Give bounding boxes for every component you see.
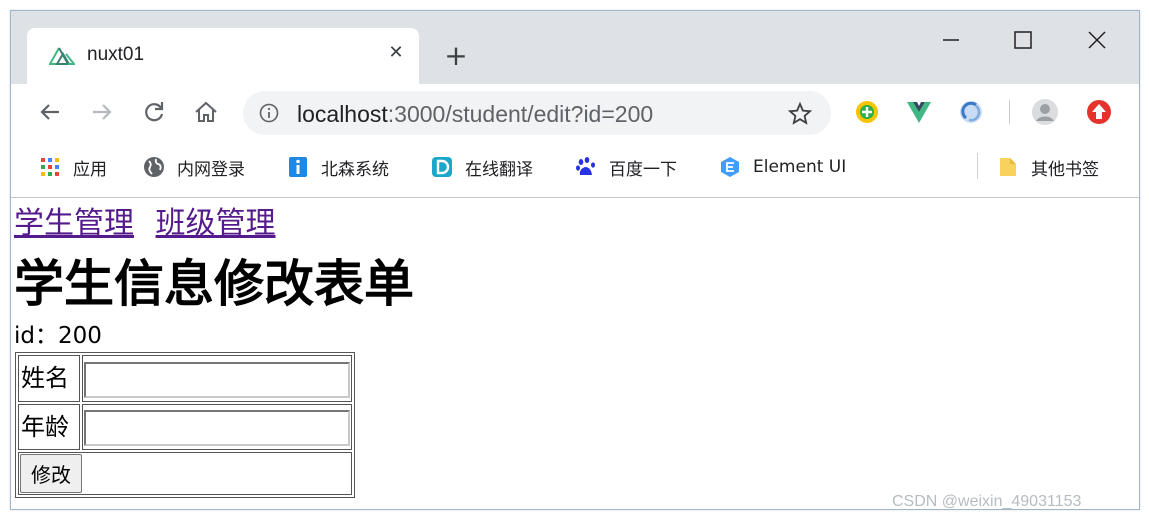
window-close-icon[interactable] [1077,25,1117,55]
bookmark-star-icon[interactable] [787,101,813,127]
form-row-age: 年龄 [18,403,352,450]
reload-icon[interactable] [139,97,169,127]
url-path: :3000/student/edit?id=200 [387,101,654,127]
extension-swirl-icon[interactable] [957,98,985,126]
modify-button[interactable]: 修改 [20,454,82,493]
tab-strip: nuxt01 ✕ + [11,11,1139,84]
age-field-cell [82,403,352,450]
bookmarks-bar: 应用 内网登录 北森系统 在线翻译 百度一下 Element UI 其他书签 [11,141,1139,198]
link-student-management[interactable]: 学生管理 [14,206,134,241]
name-field-cell [82,355,352,402]
translate-d-icon [432,157,452,177]
submit-cell: 修改 [18,452,352,495]
browser-window: nuxt01 ✕ + localhost:3000/student/edit?i… [10,10,1140,510]
page-nav: 学生管理 班级管理 [14,206,276,242]
minimize-icon[interactable] [931,25,971,55]
name-input[interactable] [84,361,350,398]
folder-icon [1000,158,1016,176]
profile-avatar-icon[interactable] [1031,98,1059,126]
bookmark-label: 应用 [73,159,107,180]
toolbar: localhost:3000/student/edit?id=200 [11,84,1139,141]
id-line: id：200 [14,322,102,350]
info-square-icon [289,157,307,177]
bookmark-label: Element UI [753,157,847,177]
url-text[interactable]: localhost:3000/student/edit?id=200 [297,101,653,128]
nuxt-logo-icon [49,47,75,65]
page-content: 学生管理 班级管理 学生信息修改表单 id：200 姓名 年龄 修改 [11,198,1139,509]
info-icon[interactable] [259,103,279,123]
bookmark-label: 在线翻译 [465,159,533,180]
bookmark-other-folder[interactable]: 其他书签 [997,153,1099,181]
element-ui-icon [721,157,739,177]
bookmark-label: 其他书签 [1031,159,1099,180]
bookmark-beisen[interactable]: 北森系统 [287,153,389,181]
bookmark-online-translate[interactable]: 在线翻译 [431,153,533,181]
apps-grid-icon [41,158,59,176]
bookmark-label: 内网登录 [177,159,245,180]
student-edit-form: 姓名 年龄 修改 [15,352,355,498]
bookmarks-separator [977,153,978,179]
baidu-paw-icon [576,157,595,175]
bookmark-apps[interactable]: 应用 [39,153,107,181]
tab-close-icon[interactable]: ✕ [383,40,409,66]
bookmark-label: 百度一下 [609,159,677,180]
tab-nuxt01[interactable]: nuxt01 ✕ [27,28,419,84]
id-label: id： [14,323,58,349]
home-icon[interactable] [191,97,221,127]
back-arrow-icon[interactable] [35,97,65,127]
bookmark-label: 北森系统 [321,159,389,180]
id-value: 200 [58,323,102,349]
bookmark-baidu[interactable]: 百度一下 [575,153,677,181]
forward-arrow-icon[interactable] [87,97,117,127]
form-row-name: 姓名 [18,355,352,402]
maximize-icon[interactable] [1003,25,1043,55]
age-label: 年龄 [18,403,80,450]
form-row-submit: 修改 [18,452,352,495]
translate-extension-icon[interactable] [853,98,881,126]
watermark: CSDN @weixin_49031153 [892,493,1082,510]
url-host: localhost [297,101,388,127]
toolbar-divider [1009,100,1010,124]
page-title: 学生信息修改表单 [14,255,414,313]
name-label: 姓名 [18,355,80,402]
new-tab-icon[interactable]: + [441,41,471,71]
bookmark-intranet-login[interactable]: 内网登录 [143,153,245,181]
update-extension-icon[interactable] [1085,98,1113,126]
tab-title: nuxt01 [87,44,145,65]
address-bar[interactable]: localhost:3000/student/edit?id=200 [243,91,831,135]
bookmark-element-ui[interactable]: Element UI [719,153,846,181]
globe-icon [144,157,164,177]
link-class-management[interactable]: 班级管理 [156,206,276,241]
vue-devtools-icon[interactable] [905,98,933,126]
age-input[interactable] [84,410,350,446]
